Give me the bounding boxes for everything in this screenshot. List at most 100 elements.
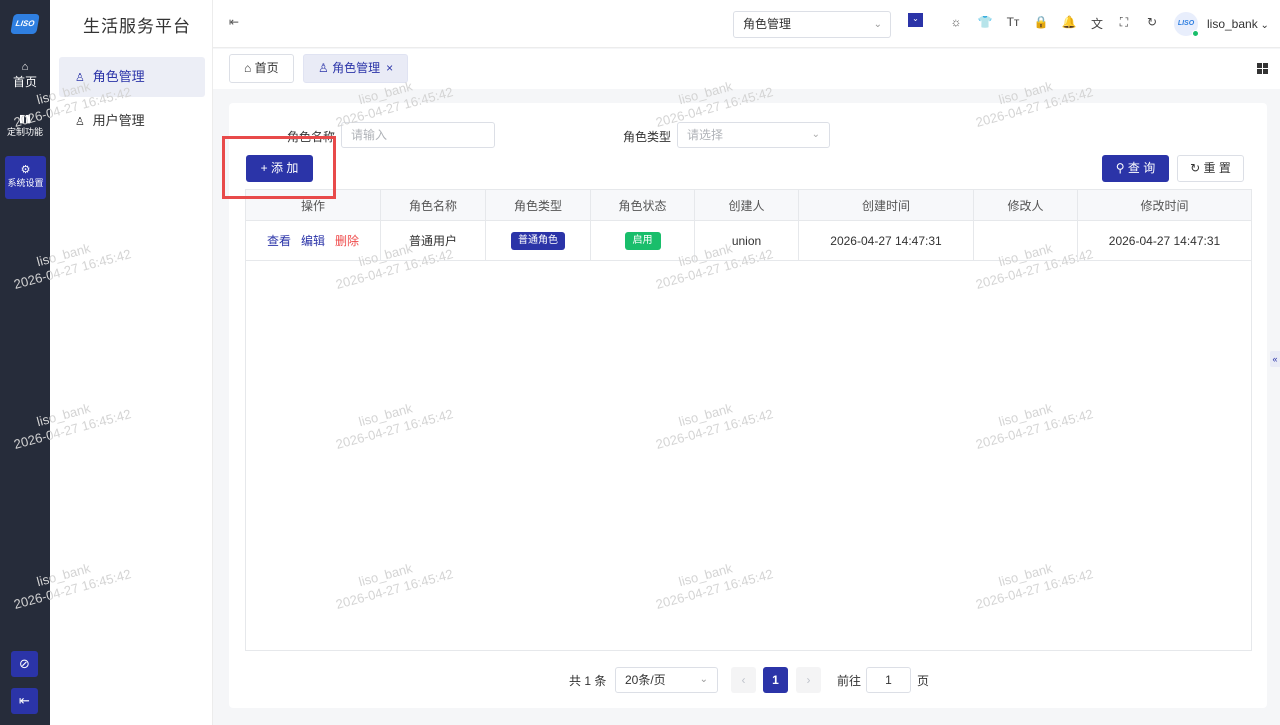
modified-at-cell: 2026-04-27 14:47:31	[1108, 233, 1221, 248]
chevron-down-icon: ⌄	[699, 674, 708, 685]
avatar[interactable]: LISO	[1174, 12, 1199, 37]
chart-icon: ▮▮	[18, 113, 32, 125]
actions-cell: 查看 编辑 删除	[246, 221, 381, 260]
plus-icon: +	[260, 161, 271, 175]
refresh-icon: ↻	[1190, 161, 1204, 175]
lock-icon[interactable]: 🔒	[1033, 15, 1049, 29]
role-name-label: 角色名称	[287, 130, 336, 144]
query-button[interactable]: ⚲ 查 询	[1102, 155, 1169, 182]
sidebar-item-user-management[interactable]: ♙ 用户管理	[59, 101, 205, 141]
tab-label: 首页	[254, 61, 279, 75]
platform-title: 生活服务平台	[83, 17, 191, 36]
refresh-icon[interactable]: ↻	[1144, 15, 1160, 29]
rail-item-custom[interactable]: ▮▮ 定制功能	[0, 112, 50, 138]
user-role-icon: ♙	[318, 61, 333, 75]
sidebar-item-label: 用户管理	[92, 113, 145, 128]
created-at-cell: 2026-04-27 14:47:31	[799, 221, 974, 260]
tab-home[interactable]: ⌂ 首页	[229, 54, 294, 83]
online-status-dot	[1192, 30, 1199, 37]
reset-button-label: 重 置	[1203, 161, 1231, 175]
avatar-logo: LISO	[1177, 20, 1195, 27]
role-type-tag: 普通角色	[511, 231, 565, 250]
search-icon: ⚲	[1115, 161, 1128, 175]
collapse-rail-button[interactable]: ⇤	[11, 688, 38, 714]
col-role-status: 角色状态	[591, 190, 695, 220]
status-badge: 启用	[624, 231, 661, 250]
next-page-button[interactable]: ›	[796, 667, 821, 693]
sidebar: 生活服务平台 ♙ 角色管理 ♙ 用户管理	[50, 0, 213, 725]
role-table: 操作 角色名称 角色类型 角色状态 创建人 创建时间 修改人 修改时间 查看 编…	[245, 189, 1252, 651]
double-chevron-left-icon: «	[1272, 354, 1278, 364]
close-icon[interactable]: ×	[386, 61, 393, 75]
tab-role-management[interactable]: ♙ 角色管理 ×	[303, 54, 409, 83]
hide-icon-button[interactable]: ⊘	[11, 651, 38, 677]
translate-icon[interactable]: 文	[1089, 15, 1105, 32]
role-name-input[interactable]: 请输入	[341, 122, 495, 148]
delete-link[interactable]: 删除	[335, 232, 359, 249]
col-modified-at: 修改时间	[1140, 198, 1189, 213]
col-creator: 创建人	[695, 190, 799, 220]
chevron-down-icon: ⌄	[912, 14, 919, 23]
goto-page-input[interactable]: 1	[866, 667, 911, 693]
page-button-current[interactable]: 1	[763, 667, 788, 693]
shirt-icon[interactable]: 👕	[977, 15, 993, 29]
page-size-select[interactable]: 20条/页 ⌄	[615, 667, 718, 693]
role-type-label: 角色类型	[623, 130, 672, 144]
chevron-right-icon: ›	[806, 673, 811, 687]
sidebar-item-label: 角色管理	[92, 69, 145, 84]
reset-button[interactable]: ↻ 重 置	[1177, 155, 1244, 182]
query-button-label: 查 询	[1127, 161, 1156, 175]
view-link[interactable]: 查看	[267, 232, 291, 249]
eye-off-icon: ⊘	[19, 656, 30, 671]
table-row: 查看 编辑 删除 普通用户 普通角色 启用 union 2026-04-27 1…	[246, 221, 1251, 261]
role-type-placeholder: 请选择	[687, 128, 724, 142]
goto-label: 前往	[837, 674, 862, 688]
grid-menu-icon[interactable]	[1257, 63, 1268, 74]
tab-label: 角色管理	[332, 61, 381, 75]
role-type-select[interactable]: 请选择 ⌄	[677, 122, 830, 148]
rail-item-home[interactable]: ⌂ 首页	[0, 60, 50, 90]
user-menu[interactable]: liso_bank ⌄	[1207, 17, 1269, 31]
add-button[interactable]: + 添 加	[246, 155, 313, 182]
chevron-down-icon: ⌄	[1257, 20, 1269, 31]
role-status-cell: 启用	[591, 221, 695, 260]
chevron-down-icon: ⌄	[811, 129, 820, 140]
app-rail: LISO ⌂ 首页 ▮▮ 定制功能 ⚙ 系统设置 ⊘ ⇤	[0, 0, 50, 725]
home-icon: ⌂	[21, 61, 29, 73]
page-size-value: 20条/页	[625, 673, 666, 687]
home-icon: ⌂	[244, 61, 255, 75]
sun-icon[interactable]: ☼	[948, 15, 964, 29]
top-header: ⇤ 角色管理 ⌄ ⌄ ☼ 👕 Tт 🔒 🔔 文 ⛶ ↻ LISO liso_ba…	[213, 0, 1280, 48]
rail-item-label: 首页	[12, 75, 37, 89]
col-actions: 操作	[246, 190, 381, 220]
role-name-placeholder: 请输入	[351, 128, 388, 142]
sidebar-item-role-management[interactable]: ♙ 角色管理	[59, 57, 205, 97]
app-logo: LISO	[10, 14, 40, 34]
menu-search-select[interactable]: 角色管理 ⌄	[733, 11, 891, 38]
fullscreen-icon[interactable]: ⛶	[1116, 15, 1132, 30]
role-type-cell: 普通角色	[486, 221, 591, 260]
collapse-left-icon: ⇤	[19, 693, 30, 708]
chevron-down-icon: ⌄	[873, 19, 882, 30]
pagination-total: 共 1 条	[569, 674, 607, 688]
table-header: 操作 角色名称 角色类型 角色状态 创建人 创建时间 修改人 修改时间	[246, 190, 1251, 221]
menu-search-value: 角色管理	[743, 17, 792, 31]
rail-item-label: 系统设置	[7, 178, 44, 188]
edit-link[interactable]: 编辑	[301, 232, 325, 249]
expand-right-panel-button[interactable]: «	[1270, 351, 1280, 367]
col-role-type: 角色类型	[486, 190, 591, 220]
user-role-icon: ♙	[75, 72, 85, 84]
tab-bar: ⌂ 首页 ♙ 角色管理 ×	[213, 49, 1280, 89]
chevron-left-icon: ‹	[741, 673, 746, 687]
user-icon: ♙	[75, 116, 85, 128]
creator-cell: union	[695, 221, 799, 260]
bell-icon[interactable]: 🔔	[1061, 15, 1077, 29]
rail-item-label: 定制功能	[6, 127, 43, 137]
font-size-icon[interactable]: Tт	[1005, 15, 1021, 29]
collapse-sidebar-icon[interactable]: ⇤	[229, 15, 239, 29]
rail-item-settings[interactable]: ⚙ 系统设置	[5, 156, 46, 199]
col-role-name: 角色名称	[381, 190, 486, 220]
theme-color-picker[interactable]: ⌄	[908, 13, 923, 27]
col-modifier: 修改人	[974, 190, 1078, 220]
prev-page-button[interactable]: ‹	[731, 667, 756, 693]
